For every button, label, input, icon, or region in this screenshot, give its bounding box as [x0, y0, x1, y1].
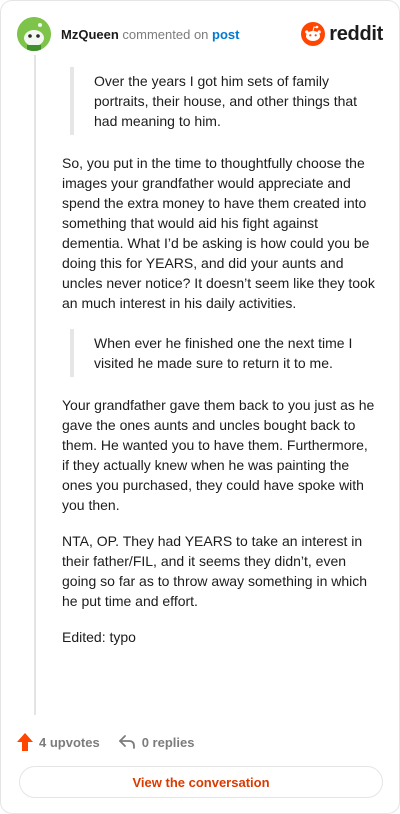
- blockquote: When ever he finished one the next time …: [70, 329, 376, 377]
- quote-text: When ever he finished one the next time …: [94, 335, 353, 371]
- quote-text: Over the years I got him sets of family …: [94, 73, 358, 129]
- byline: MzQueen commented on post: [61, 27, 240, 43]
- brand-wordmark: reddit: [329, 22, 383, 45]
- post-link[interactable]: post: [212, 27, 239, 42]
- avatar[interactable]: [17, 17, 51, 51]
- upvote-button[interactable]: 4 upvotes: [17, 733, 100, 751]
- snoo-avatar-icon: [17, 17, 51, 51]
- comment-actions: 4 upvotes 0 replies: [17, 730, 194, 754]
- reddit-snoo-icon: [301, 22, 326, 46]
- paragraph: Edited: typo: [62, 629, 136, 645]
- upvote-arrow-icon: [17, 733, 33, 751]
- thread-line: [34, 55, 36, 715]
- reply-arrow-icon: [118, 735, 135, 749]
- author-name[interactable]: MzQueen: [61, 27, 119, 42]
- upvote-count: 4 upvotes: [39, 734, 100, 750]
- paragraph: Your grandfather gave them back to you j…: [62, 397, 375, 513]
- comment-header: MzQueen commented on post reddit: [17, 17, 383, 51]
- view-conversation-button[interactable]: View the conversation: [19, 766, 383, 798]
- comment-card: MzQueen commented on post reddit Over th…: [0, 0, 400, 814]
- paragraph: NTA, OP. They had YEARS to take an inter…: [62, 533, 368, 609]
- reddit-logo[interactable]: reddit: [301, 21, 383, 47]
- action-text: commented on: [122, 27, 209, 42]
- blockquote: Over the years I got him sets of family …: [70, 67, 376, 135]
- paragraph: So, you put in the time to thoughtfully …: [62, 155, 375, 311]
- reply-button[interactable]: 0 replies: [118, 734, 195, 750]
- comment-body: Over the years I got him sets of family …: [62, 67, 376, 663]
- reply-count: 0 replies: [141, 734, 195, 750]
